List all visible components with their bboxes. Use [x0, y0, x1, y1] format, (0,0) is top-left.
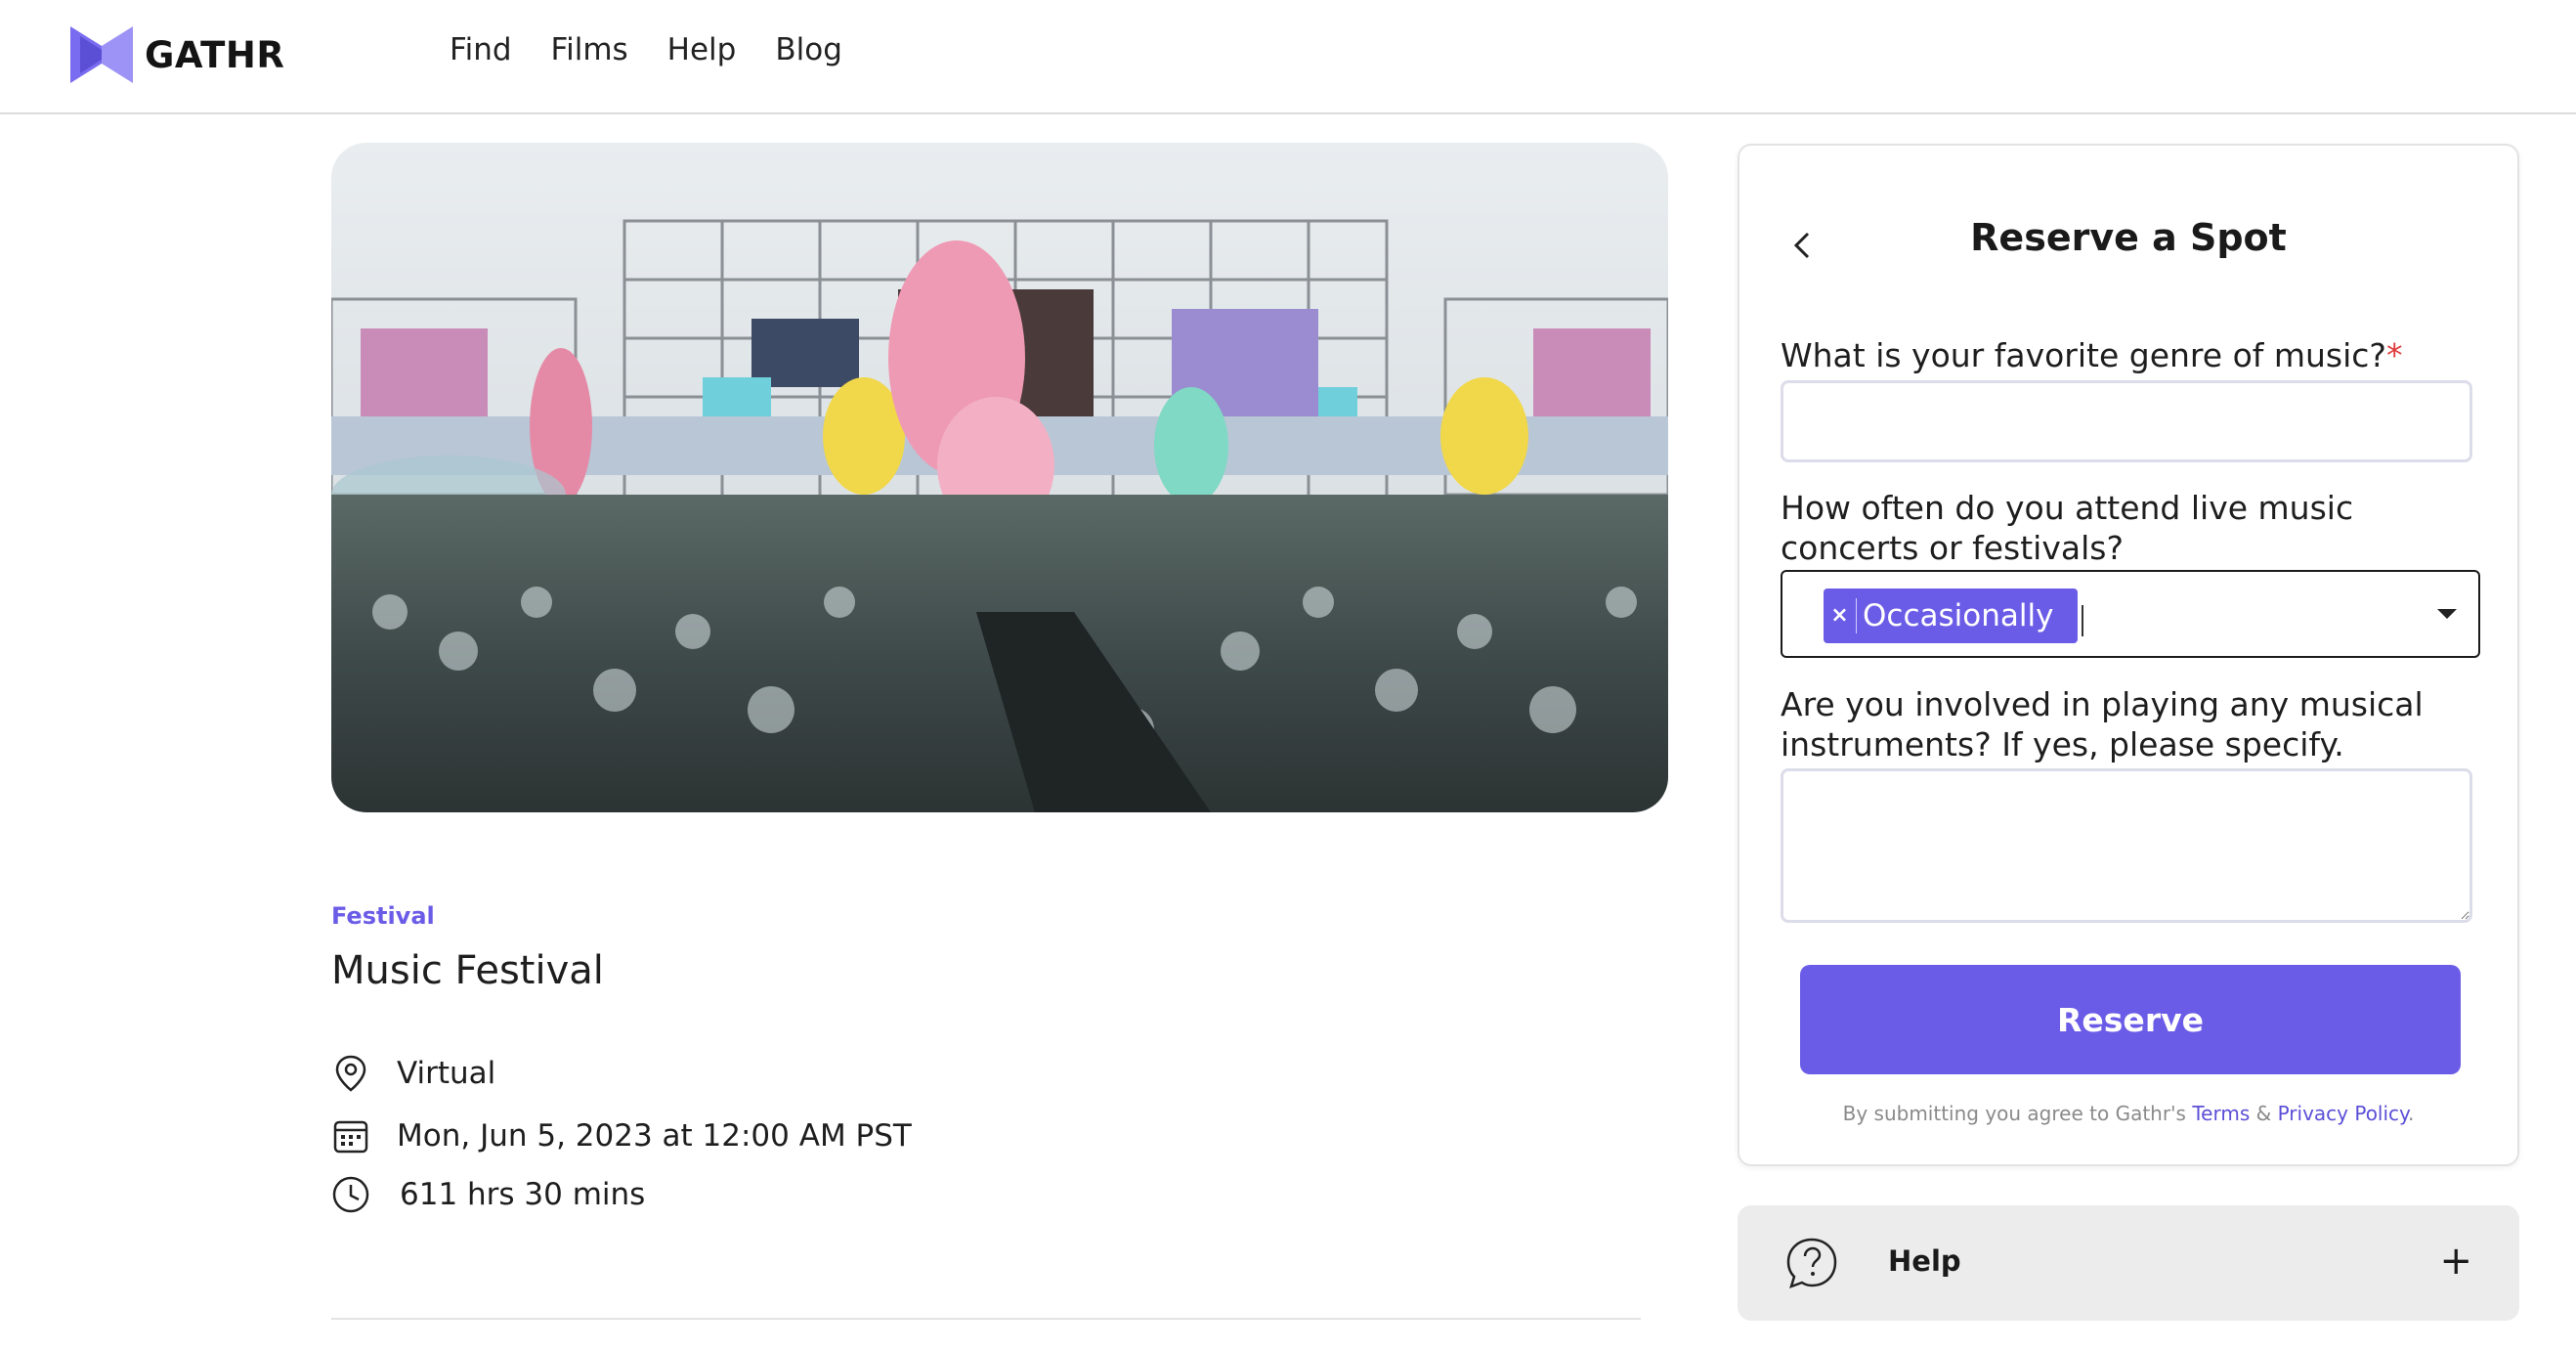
text-cursor — [2082, 605, 2083, 636]
attendance-select[interactable]: × Occasionally — [1781, 570, 2480, 658]
nav-films[interactable]: Films — [551, 32, 628, 67]
privacy-policy-link[interactable]: Privacy Policy — [2278, 1102, 2408, 1125]
genre-question-text: What is your favorite genre of music? — [1781, 336, 2386, 374]
attendance-question-label: How often do you attend live music conce… — [1781, 489, 2354, 567]
reserve-title: Reserve a Spot — [1970, 216, 2287, 259]
instrument-question-label: Are you involved in playing any musical … — [1781, 685, 2424, 763]
reserve-button[interactable]: Reserve — [1800, 965, 2461, 1074]
selected-option-label: Occasionally — [1863, 598, 2054, 633]
selected-option-chip: × Occasionally — [1824, 588, 2078, 643]
terms-prefix: By submitting you agree to Gathr's — [1842, 1102, 2186, 1125]
terms-suffix: . — [2408, 1102, 2415, 1125]
event-category: Festival — [331, 902, 435, 930]
chevron-down-icon[interactable] — [2437, 609, 2457, 619]
event-datetime: Mon, Jun 5, 2023 at 12:00 AM PST — [397, 1118, 912, 1154]
clock-icon — [331, 1175, 370, 1214]
nav-blog[interactable]: Blog — [775, 32, 842, 67]
nav-find[interactable]: Find — [450, 32, 512, 67]
question-bubble-icon — [1786, 1238, 1837, 1289]
brand-name: GATHR — [145, 33, 285, 76]
event-hero-image — [331, 143, 1668, 812]
gathr-logo-icon — [70, 26, 133, 83]
calendar-icon — [331, 1116, 370, 1155]
site-header: GATHR Find Films Help Blog — [0, 0, 2576, 114]
help-accordion[interactable]: Help + — [1738, 1205, 2519, 1321]
instrument-textarea[interactable] — [1781, 768, 2472, 923]
brand-logo[interactable]: GATHR — [66, 24, 284, 85]
main-nav: Find Films Help Blog — [450, 32, 881, 67]
event-date-row: Mon, Jun 5, 2023 at 12:00 AM PST — [331, 1116, 912, 1155]
terms-notice: By submitting you agree to Gathr's Terms… — [1739, 1102, 2517, 1125]
terms-ampersand: & — [2255, 1102, 2272, 1125]
genre-input[interactable] — [1781, 380, 2472, 462]
event-location: Virtual — [397, 1056, 496, 1091]
terms-link[interactable]: Terms — [2192, 1102, 2250, 1125]
map-pin-icon — [331, 1054, 370, 1093]
help-label: Help — [1888, 1244, 1961, 1278]
event-duration-row: 611 hrs 30 mins — [331, 1175, 645, 1214]
expand-plus-icon[interactable]: + — [2439, 1239, 2472, 1284]
event-duration: 611 hrs 30 mins — [400, 1177, 646, 1212]
remove-option-icon[interactable]: × — [1824, 598, 1857, 633]
genre-question-label: What is your favorite genre of music?* — [1781, 335, 2402, 375]
required-marker: * — [2385, 336, 2403, 374]
festival-crowd-photo — [331, 143, 1668, 812]
section-divider — [331, 1318, 1641, 1320]
event-location-row: Virtual — [331, 1054, 495, 1093]
reserve-panel: Reserve a Spot What is your favorite gen… — [1738, 144, 2519, 1166]
nav-help[interactable]: Help — [667, 32, 737, 67]
event-title: Music Festival — [331, 948, 604, 993]
